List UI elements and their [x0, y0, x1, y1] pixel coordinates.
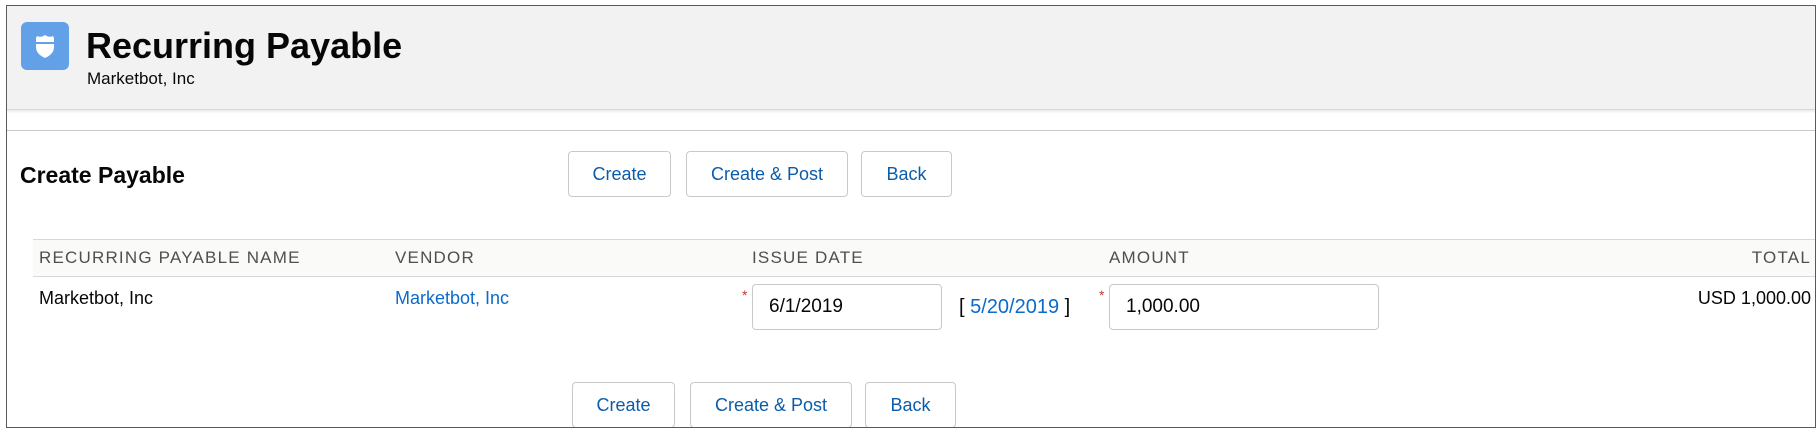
prior-date-link[interactable]: 5/20/2019	[970, 296, 1059, 318]
issue-date-input[interactable]	[752, 284, 942, 330]
payable-table: Recurring Payable Name Vendor Issue Date…	[33, 239, 1815, 341]
form-title: Create Payable	[20, 162, 185, 188]
divider	[7, 130, 1815, 131]
create-button-bottom[interactable]: Create	[572, 382, 675, 427]
prior-issue-date: [ 5/20/2019 ]	[959, 296, 1071, 318]
table-header: Recurring Payable Name Vendor Issue Date…	[33, 239, 1815, 277]
app-frame: Recurring Payable Marketbot, Inc Create …	[6, 5, 1816, 428]
required-indicator: *	[742, 287, 748, 303]
column-header-name: Recurring Payable Name	[39, 248, 301, 267]
create-post-button-bottom[interactable]: Create & Post	[690, 382, 852, 427]
column-header-total: Total	[1751, 248, 1811, 267]
page-header: Recurring Payable Marketbot, Inc	[7, 6, 1815, 110]
shield-icon	[21, 22, 69, 70]
amount-input[interactable]	[1109, 284, 1379, 330]
shield-icon-graphic	[36, 35, 54, 58]
column-header-issue-date: Issue Date	[752, 248, 864, 267]
payable-name-cell: Marketbot, Inc	[39, 288, 154, 308]
required-indicator: *	[1099, 287, 1105, 303]
create-post-button-top[interactable]: Create & Post	[686, 151, 848, 197]
vendor-link[interactable]: Marketbot, Inc	[395, 288, 509, 309]
total-cell: USD 1,000.00	[1697, 288, 1811, 308]
back-button-top[interactable]: Back	[861, 151, 952, 197]
create-button-top[interactable]: Create	[568, 151, 671, 197]
page-title: Recurring Payable	[86, 25, 403, 66]
table-row: Marketbot, Inc Marketbot, Inc * [ 5/20/2…	[33, 277, 1815, 341]
back-button-bottom[interactable]: Back	[865, 382, 956, 427]
page-subtitle: Marketbot, Inc	[87, 69, 195, 88]
column-header-amount: Amount	[1109, 248, 1190, 267]
column-header-vendor: Vendor	[395, 248, 475, 267]
